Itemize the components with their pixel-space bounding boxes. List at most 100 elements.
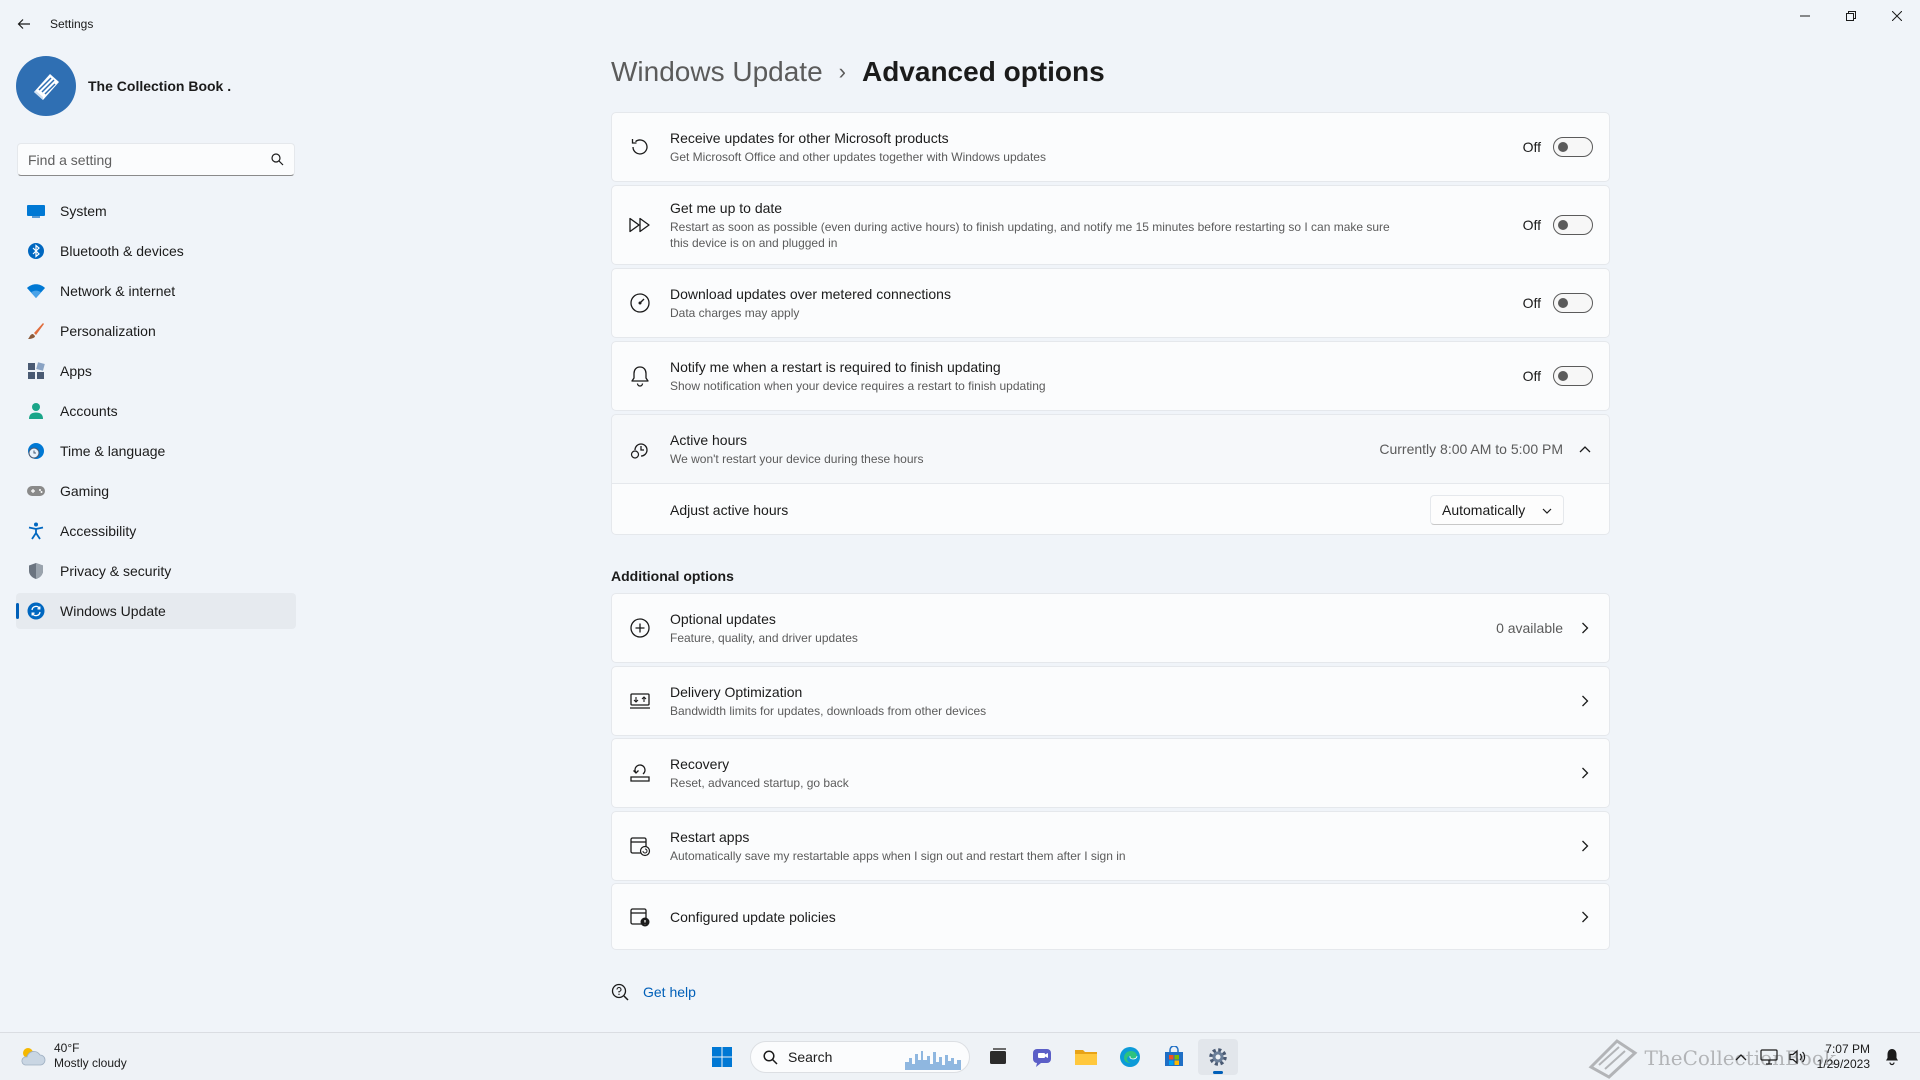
adjust-active-hours-dropdown[interactable]: Automatically (1430, 495, 1564, 525)
other-products-toggle[interactable] (1553, 137, 1593, 157)
microsoft-store-button[interactable] (1154, 1039, 1194, 1075)
brush-icon (26, 321, 46, 341)
optional-updates-link[interactable]: Optional updates Feature, quality, and d… (611, 593, 1610, 663)
avatar (16, 56, 76, 116)
get-help-link[interactable]: Get help (643, 984, 696, 1000)
toggle-group: Off (1523, 215, 1593, 235)
sidebar-item-personalization[interactable]: Personalization (16, 313, 296, 349)
restart-notify-toggle[interactable] (1553, 366, 1593, 386)
setting-title: Get me up to date (670, 199, 783, 216)
windows-logo-icon (712, 1047, 732, 1067)
chevron-right-icon (1577, 838, 1593, 854)
metered-connections-toggle[interactable] (1553, 293, 1593, 313)
chevron-up-icon[interactable] (1577, 441, 1593, 457)
dropdown-value: Automatically (1442, 502, 1526, 518)
link-meta (1577, 693, 1593, 709)
volume-tray-button[interactable] (1785, 1045, 1809, 1069)
sidebar-item-privacy-security[interactable]: Privacy & security (16, 553, 296, 589)
breadcrumb: Windows Update › Advanced options (611, 56, 1105, 88)
sidebar-item-network[interactable]: Network & internet (16, 273, 296, 309)
book-logo-icon (34, 74, 59, 100)
back-button[interactable] (12, 12, 36, 36)
store-icon (1165, 1046, 1183, 1066)
sidebar-item-time-language[interactable]: Time & language (16, 433, 296, 469)
task-view-icon (990, 1048, 1006, 1064)
setting-metered-connections: Download updates over metered connection… (611, 268, 1610, 338)
setting-text: Active hours We won't restart your devic… (670, 432, 924, 467)
sidebar-item-accessibility[interactable]: Accessibility (16, 513, 296, 549)
restart-apps-link[interactable]: Restart apps Automatically save my resta… (611, 811, 1610, 881)
link-meta (1577, 909, 1593, 925)
watermark-book-icon (1588, 1039, 1637, 1079)
profile-name: The Collection Book . (88, 78, 232, 94)
search-input[interactable] (28, 151, 271, 168)
clock-time: 7:07 PM (1825, 1042, 1870, 1056)
link-meta (1577, 765, 1593, 781)
app-title: Settings (50, 17, 94, 31)
show-hidden-icons-button[interactable] (1729, 1045, 1753, 1069)
settings-app-button[interactable] (1198, 1039, 1238, 1075)
bell-icon (628, 364, 652, 388)
delivery-icon (628, 689, 652, 713)
setting-text: Receive updates for other Microsoft prod… (670, 130, 1046, 165)
sidebar-item-bluetooth[interactable]: Bluetooth & devices (16, 233, 296, 269)
file-explorer-button[interactable] (1066, 1039, 1106, 1075)
get-help[interactable]: Get help (611, 983, 696, 1001)
active-hours-clock-icon (628, 437, 652, 461)
accessibility-icon (26, 521, 46, 541)
setting-description: Automatically save my restartable apps w… (670, 848, 1126, 863)
sidebar-item-accounts[interactable]: Accounts (16, 393, 296, 429)
recovery-icon (628, 761, 652, 785)
toggle-group: Off (1523, 137, 1593, 157)
close-button[interactable] (1874, 0, 1920, 32)
edge-browser-button[interactable] (1110, 1039, 1150, 1075)
delivery-optimization-link[interactable]: Delivery Optimization Bandwidth limits f… (611, 666, 1610, 736)
setting-text: Download updates over metered connection… (670, 286, 951, 321)
weather-temp: 40°F (54, 1041, 80, 1055)
toggle-state-label: Off (1522, 295, 1541, 311)
task-view-button[interactable] (978, 1039, 1018, 1075)
teams-chat-button[interactable] (1022, 1039, 1062, 1075)
breadcrumb-parent-link[interactable]: Windows Update (611, 56, 823, 88)
plus-circle-icon (628, 616, 652, 640)
back-arrow-icon (17, 19, 30, 29)
window-controls (1782, 0, 1920, 32)
user-profile[interactable]: The Collection Book . (16, 56, 231, 116)
search-highlight-city-icon (905, 1051, 961, 1070)
recovery-link[interactable]: Recovery Reset, advanced startup, go bac… (611, 738, 1610, 808)
setting-description: We won't restart your device during thes… (670, 451, 924, 466)
speaker-icon (1789, 1049, 1805, 1065)
apps-icon (26, 361, 46, 381)
chevron-down-icon (1541, 504, 1553, 520)
start-button[interactable] (702, 1039, 742, 1075)
search-box[interactable] (17, 143, 295, 176)
minimize-button[interactable] (1782, 0, 1828, 32)
sidebar-item-apps[interactable]: Apps (16, 353, 296, 389)
restore-button[interactable] (1828, 0, 1874, 32)
setting-title: Notify me when a restart is required to … (670, 358, 1001, 375)
section-title-additional-options: Additional options (611, 568, 734, 584)
sync-icon (26, 601, 46, 621)
setting-text: Optional updates Feature, quality, and d… (670, 611, 858, 646)
clock[interactable]: 7:07 PM 1/29/2023 (1817, 1042, 1870, 1072)
network-tray-button[interactable] (1757, 1045, 1781, 1069)
restore-icon (1846, 11, 1856, 21)
setting-restart-notify: Notify me when a restart is required to … (611, 341, 1610, 411)
active-hours-summary: Currently 8:00 AM to 5:00 PM (1379, 441, 1593, 457)
chevron-right-icon (1577, 693, 1593, 709)
weather-widget[interactable]: 40°F Mostly cloudy (18, 1041, 127, 1071)
active-hours-header[interactable]: Active hours We won't restart your devic… (611, 414, 1610, 484)
sidebar-item-system[interactable]: System (16, 193, 296, 229)
restart-apps-icon (628, 834, 652, 858)
breadcrumb-separator: › (838, 59, 846, 84)
get-up-to-date-toggle[interactable] (1553, 215, 1593, 235)
sidebar-item-windows-update[interactable]: Windows Update (16, 593, 296, 629)
setting-text: Configured update policies (670, 909, 836, 925)
taskbar: 40°F Mostly cloudy Search TheCollectionB… (0, 1032, 1920, 1080)
chevron-right-icon (1577, 765, 1593, 781)
configured-update-policies-link[interactable]: Configured update policies (611, 883, 1610, 950)
setting-title: Receive updates for other Microsoft prod… (670, 129, 949, 146)
sidebar-item-gaming[interactable]: Gaming (16, 473, 296, 509)
taskbar-search[interactable]: Search (750, 1041, 970, 1073)
notifications-button[interactable] (1880, 1045, 1904, 1069)
